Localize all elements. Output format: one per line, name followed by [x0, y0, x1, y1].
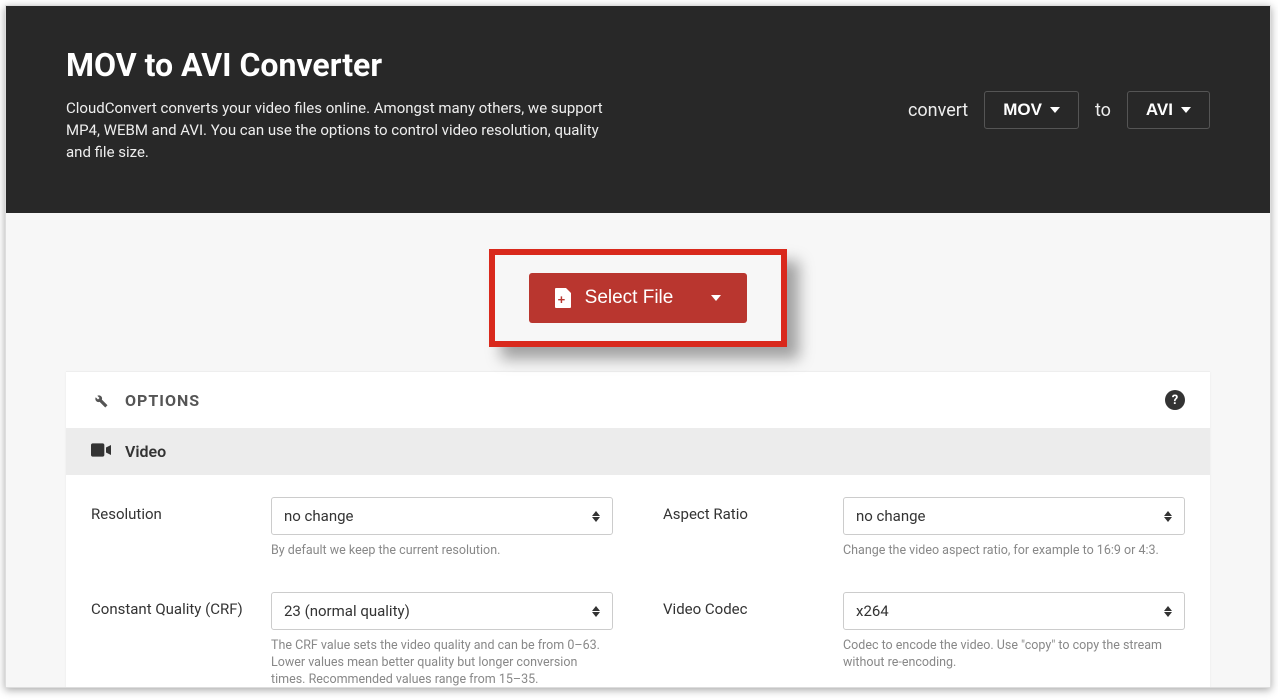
- resolution-label: Resolution: [91, 497, 261, 523]
- options-fields: Resolution no change By default we keep …: [66, 475, 1210, 688]
- updown-icon: [592, 511, 600, 522]
- crf-select[interactable]: 23 (normal quality): [271, 592, 613, 630]
- chevron-down-icon: [711, 295, 721, 301]
- aspect-ratio-hint: Change the video aspect ratio, for examp…: [843, 543, 1185, 560]
- page-title: MOV to AVI Converter: [66, 46, 626, 84]
- to-format-value: AVI: [1146, 100, 1173, 120]
- chevron-down-icon: [1181, 107, 1191, 113]
- crf-hint: The CRF value sets the video quality and…: [271, 638, 613, 688]
- codec-select[interactable]: x264: [843, 592, 1185, 630]
- codec-hint: Codec to encode the video. Use "copy" to…: [843, 638, 1185, 672]
- chevron-down-icon: [1050, 107, 1060, 113]
- video-section-title: Video: [125, 442, 166, 461]
- resolution-select[interactable]: no change: [271, 497, 613, 535]
- video-camera-icon: [91, 442, 111, 461]
- select-file-button[interactable]: Select File: [529, 273, 748, 323]
- select-file-row: Select File: [6, 213, 1270, 371]
- aspect-ratio-label: Aspect Ratio: [663, 497, 833, 523]
- updown-icon: [1164, 511, 1172, 522]
- options-panel: OPTIONS ? Video Resolution no change By …: [66, 371, 1210, 688]
- resolution-field: Resolution no change By default we keep …: [91, 497, 613, 560]
- hero-text: MOV to AVI Converter CloudConvert conver…: [66, 46, 626, 163]
- options-title: OPTIONS: [125, 391, 200, 410]
- convert-label: convert: [908, 100, 968, 121]
- crf-field: Constant Quality (CRF) 23 (normal qualit…: [91, 592, 613, 688]
- to-format-dropdown[interactable]: AVI: [1127, 91, 1210, 129]
- video-section-header: Video: [66, 428, 1210, 475]
- aspect-ratio-field: Aspect Ratio no change Change the video …: [663, 497, 1185, 560]
- updown-icon: [1164, 606, 1172, 617]
- aspect-ratio-value: no change: [856, 507, 926, 525]
- file-add-icon: [555, 288, 571, 308]
- codec-field: Video Codec x264 Codec to encode the vid…: [663, 592, 1185, 688]
- hero-header: MOV to AVI Converter CloudConvert conver…: [6, 6, 1270, 213]
- wrench-icon: [91, 391, 109, 409]
- from-format-value: MOV: [1003, 100, 1042, 120]
- help-icon[interactable]: ?: [1165, 390, 1185, 410]
- updown-icon: [592, 606, 600, 617]
- select-file-label: Select File: [585, 287, 674, 309]
- page-description: CloudConvert converts your video files o…: [66, 98, 626, 163]
- crf-label: Constant Quality (CRF): [91, 592, 261, 618]
- resolution-value: no change: [284, 507, 354, 525]
- options-panel-header: OPTIONS ?: [66, 372, 1210, 428]
- resolution-hint: By default we keep the current resolutio…: [271, 543, 613, 560]
- from-format-dropdown[interactable]: MOV: [984, 91, 1079, 129]
- aspect-ratio-select[interactable]: no change: [843, 497, 1185, 535]
- codec-label: Video Codec: [663, 592, 833, 618]
- codec-value: x264: [856, 602, 889, 620]
- highlight-annotation: Select File: [489, 249, 788, 347]
- crf-value: 23 (normal quality): [284, 602, 410, 620]
- to-label: to: [1095, 100, 1111, 121]
- format-selector-row: convert MOV to AVI: [908, 91, 1210, 129]
